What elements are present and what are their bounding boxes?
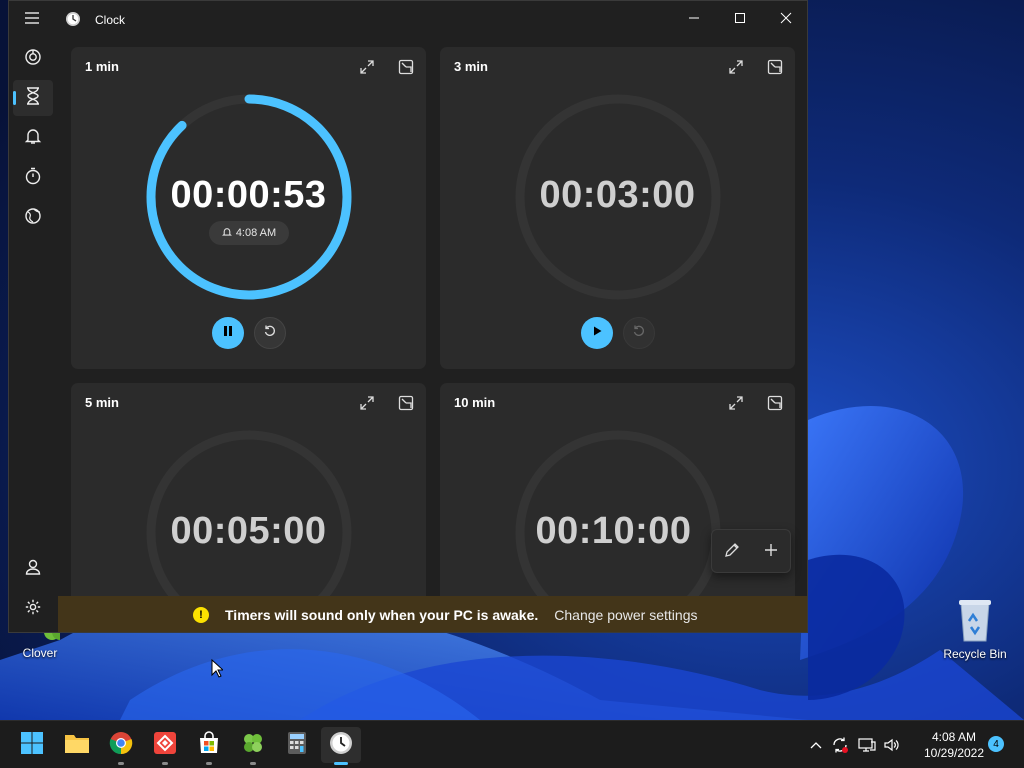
timer-label: 1 min <box>85 59 119 74</box>
close-button[interactable] <box>763 1 807 35</box>
start-icon <box>20 731 44 760</box>
nav-timer[interactable] <box>13 80 53 116</box>
nav-account[interactable] <box>13 551 53 587</box>
expand-icon[interactable] <box>724 55 748 79</box>
reset-button[interactable] <box>254 317 286 349</box>
recycle-bin-icon <box>935 597 1015 643</box>
running-indicator <box>162 762 168 765</box>
nav-stopwatch[interactable] <box>13 160 53 196</box>
calculator-icon <box>287 731 307 760</box>
nav-alarm[interactable] <box>13 120 53 156</box>
taskbar-anydesk[interactable] <box>145 727 185 765</box>
focus-icon <box>24 48 42 71</box>
nav-focus-sessions[interactable] <box>13 41 53 77</box>
expand-icon[interactable] <box>724 391 748 415</box>
taskbar-file-explorer[interactable] <box>57 727 97 763</box>
anydesk-icon <box>153 731 177 760</box>
edit-timers-button[interactable] <box>718 538 746 566</box>
warning-icon: ! <box>193 606 209 623</box>
globe-icon <box>24 207 42 230</box>
taskbar-date: 10/29/2022 <box>923 746 985 760</box>
clock-window: Clock 1 min 00:00:53 4:08 AM 3 min 00:03… <box>8 0 808 633</box>
chevron-up-icon[interactable] <box>806 735 826 755</box>
volume-icon[interactable] <box>882 735 902 755</box>
gear-icon <box>24 598 42 621</box>
expand-icon[interactable] <box>355 55 379 79</box>
start-button[interactable] <box>12 727 52 763</box>
person-icon <box>24 558 42 581</box>
taskbar-calculator[interactable] <box>277 727 317 763</box>
timer-card[interactable]: 1 min 00:00:53 4:08 AM <box>71 47 426 369</box>
timer-time: 00:05:00 <box>170 510 327 552</box>
timer-end-time-text: 4:08 AM <box>235 227 277 239</box>
taskbar-clock-datetime[interactable]: 4:08 AM 10/29/2022 <box>912 729 996 761</box>
clover-icon <box>241 731 265 760</box>
timer-end-time: 4:08 AM <box>209 221 289 245</box>
mouse-cursor-icon <box>211 658 225 684</box>
navigation-rail <box>9 39 57 632</box>
maximize-button[interactable] <box>717 1 763 35</box>
plus-icon <box>764 543 778 562</box>
keep-on-top-icon[interactable] <box>394 391 418 415</box>
store-icon <box>197 730 221 760</box>
keep-on-top-icon[interactable] <box>763 391 787 415</box>
timer-time: 00:03:00 <box>539 174 696 216</box>
keep-on-top-icon[interactable] <box>394 55 418 79</box>
sync-icon[interactable] <box>830 735 850 755</box>
pause-icon <box>222 324 234 342</box>
clock-app-icon <box>65 11 81 27</box>
play-icon <box>591 324 603 342</box>
title-bar: Clock <box>9 1 807 39</box>
banner-message: Timers will sound only when your PC is a… <box>225 606 539 623</box>
file-explorer-icon <box>64 732 90 759</box>
running-indicator <box>250 762 256 765</box>
notification-badge[interactable]: 4 <box>988 736 1004 752</box>
start-button[interactable] <box>581 317 613 349</box>
hamburger-menu-icon[interactable] <box>23 11 43 29</box>
taskbar-clover[interactable] <box>233 727 273 765</box>
edit-add-toolbar <box>711 529 791 573</box>
timer-label: 10 min <box>454 395 496 410</box>
taskbar-time: 4:08 AM <box>931 730 977 744</box>
change-power-settings-link[interactable]: Change power settings <box>554 607 697 623</box>
timer-card[interactable]: 3 min 00:03:00 <box>440 47 795 369</box>
taskbar-chrome[interactable] <box>101 727 141 765</box>
hourglass-icon <box>25 86 41 110</box>
window-title: Clock <box>95 13 126 27</box>
timer-time: 00:00:53 <box>170 174 327 216</box>
nav-world-clock[interactable] <box>13 200 53 236</box>
bell-icon <box>24 127 42 150</box>
network-icon[interactable] <box>857 735 877 755</box>
taskbar: 4:08 AM 10/29/2022 <box>0 720 1024 768</box>
add-timer-button[interactable] <box>757 538 785 566</box>
reset-button <box>623 317 655 349</box>
taskbar-clock[interactable] <box>321 727 361 765</box>
pause-button[interactable] <box>212 317 244 349</box>
minimize-button[interactable] <box>671 1 717 35</box>
stopwatch-icon <box>24 167 42 190</box>
running-indicator <box>334 762 348 765</box>
timer-label: 5 min <box>85 395 119 410</box>
running-indicator <box>206 762 212 765</box>
chrome-icon <box>109 731 133 760</box>
desktop-icon-label: Recycle Bin <box>943 647 1007 661</box>
power-warning-banner: ! Timers will sound only when your PC is… <box>58 596 807 632</box>
nav-settings[interactable] <box>13 591 53 627</box>
reset-icon <box>263 324 277 343</box>
running-indicator <box>118 762 124 765</box>
reset-icon <box>632 324 646 343</box>
taskbar-store[interactable] <box>189 727 229 765</box>
timer-label: 3 min <box>454 59 488 74</box>
pencil-icon <box>724 542 740 563</box>
keep-on-top-icon[interactable] <box>763 55 787 79</box>
bell-icon <box>221 227 232 240</box>
clock-app-icon <box>329 731 353 760</box>
desktop-icon-label: Clover <box>22 646 58 660</box>
expand-icon[interactable] <box>355 391 379 415</box>
desktop-icon-recycle-bin[interactable]: Recycle Bin <box>935 597 1015 661</box>
